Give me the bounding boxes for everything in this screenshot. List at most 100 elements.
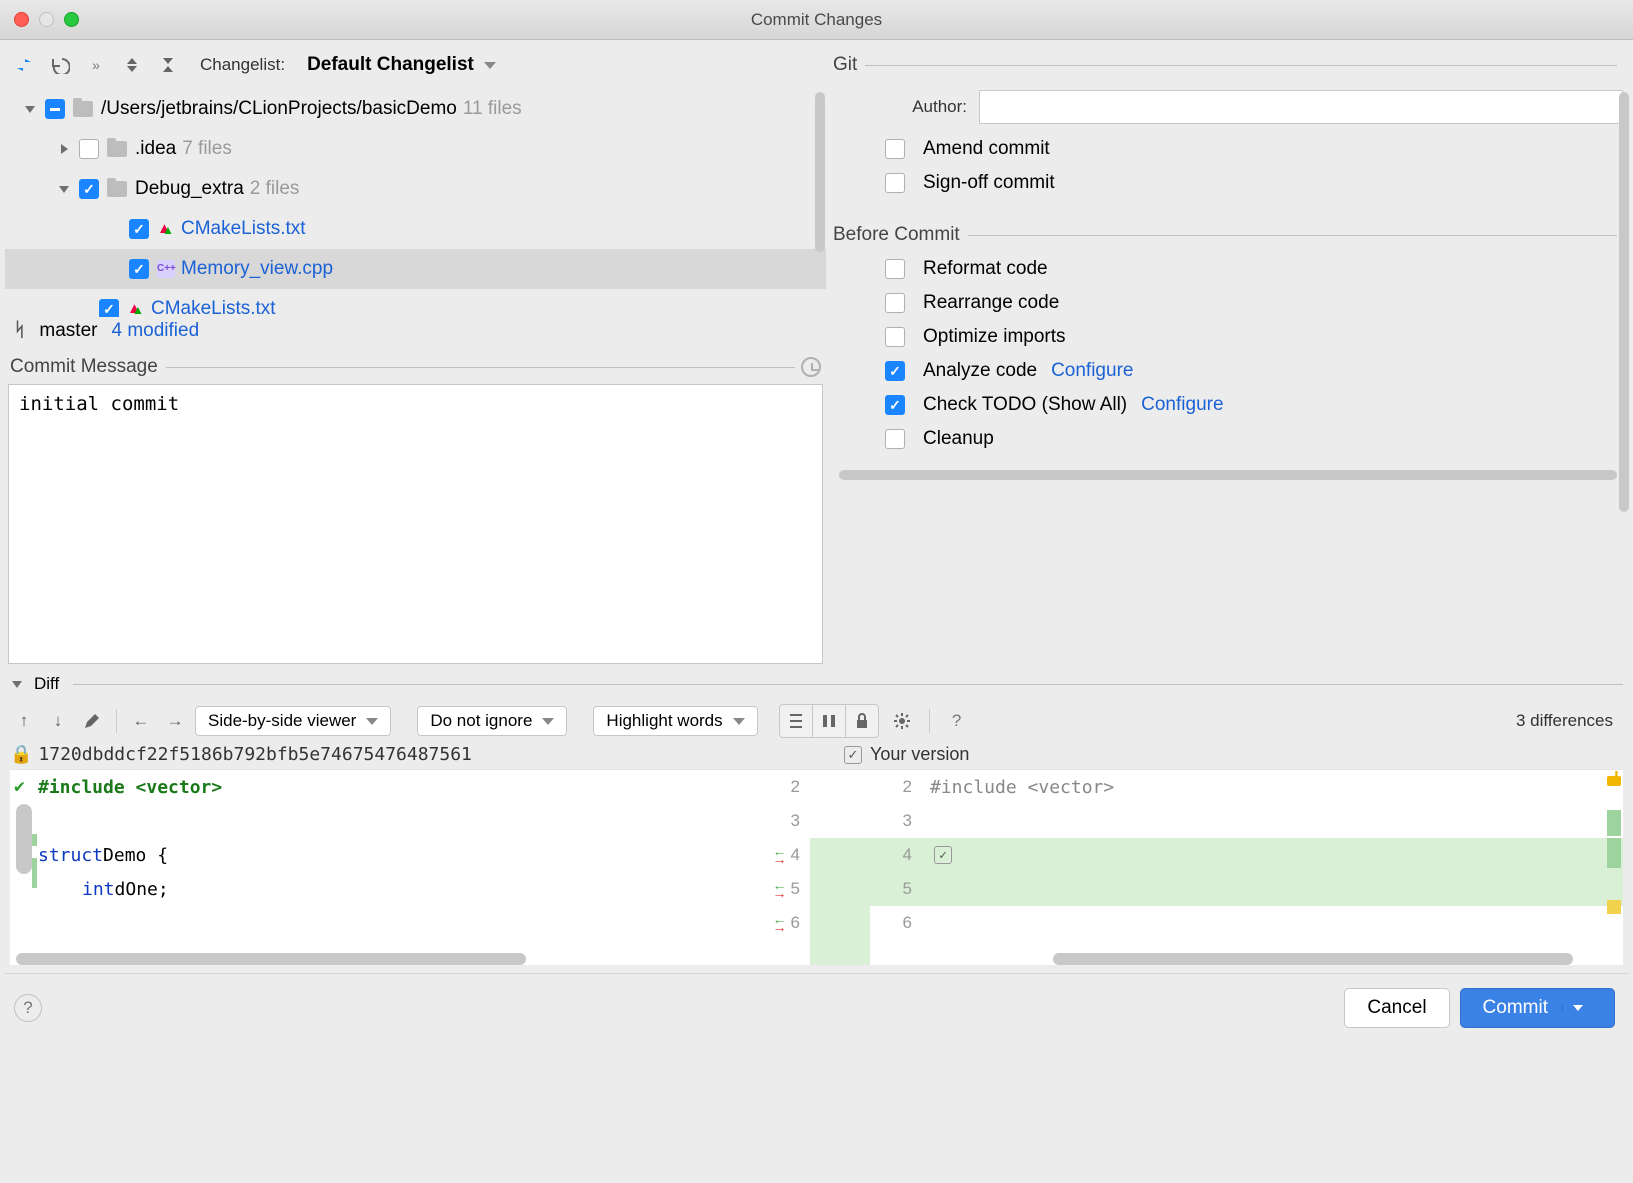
change-marker[interactable] — [1607, 810, 1621, 836]
chevron-down-icon[interactable] — [23, 106, 37, 113]
checkbox-analyze[interactable] — [885, 361, 905, 381]
prev-diff-icon[interactable]: ↑ — [10, 707, 38, 735]
tree-item-label: Debug_extra — [135, 178, 244, 200]
ignore-dropdown[interactable]: Do not ignore — [417, 706, 567, 736]
help-button[interactable]: ? — [14, 994, 42, 1022]
tree-file-cmakelists-1[interactable]: CMakeLists.txt — [5, 209, 826, 249]
tree-file-cmakelists-2[interactable]: CMakeLists.txt — [5, 289, 826, 318]
diff-label: Diff — [34, 674, 59, 694]
merge-arrows-icon[interactable]: ←→ — [773, 847, 787, 863]
tree-root[interactable]: /Users/jetbrains/CLionProjects/basicDemo… — [5, 89, 826, 129]
tree-item-label: CMakeLists.txt — [181, 218, 306, 240]
chevron-down-icon — [733, 718, 745, 725]
swap-icon[interactable] — [10, 51, 38, 79]
cancel-button[interactable]: Cancel — [1344, 988, 1449, 1028]
checkbox-signoff[interactable] — [885, 173, 905, 193]
folder-icon — [73, 101, 93, 117]
author-input[interactable] — [979, 90, 1623, 124]
checkbox-optimize[interactable] — [885, 327, 905, 347]
dialog-scrollbar[interactable] — [1619, 92, 1629, 512]
diff-left-horizontal-scrollbar[interactable] — [16, 953, 526, 965]
checkbox-cleanup[interactable] — [885, 429, 905, 449]
rearrange-label: Rearrange code — [923, 292, 1059, 314]
changelist-dropdown[interactable]: Default Changelist — [293, 50, 510, 80]
commit-message-input[interactable] — [8, 384, 823, 664]
expand-all-icon[interactable] — [118, 51, 146, 79]
analyze-label: Analyze code — [923, 360, 1037, 382]
chevron-down-icon — [542, 718, 554, 725]
warning-marker[interactable] — [1607, 776, 1621, 786]
collapse-all-icon[interactable] — [154, 51, 182, 79]
history-icon[interactable] — [801, 357, 821, 377]
checkbox-todo[interactable] — [885, 395, 905, 415]
commit-split-icon[interactable] — [1562, 1005, 1592, 1011]
highlight-dropdown[interactable]: Highlight words — [593, 706, 757, 736]
checkbox-file[interactable] — [129, 219, 149, 239]
ok-check-icon: ✔ — [14, 776, 25, 797]
next-file-icon[interactable]: → — [161, 707, 189, 735]
checkbox-root[interactable] — [45, 99, 65, 119]
highlight-marker[interactable] — [1607, 900, 1621, 914]
undo-icon[interactable] — [46, 51, 74, 79]
tree-item-count: 2 files — [250, 178, 300, 200]
tree-root-path: /Users/jetbrains/CLionProjects/basicDemo — [101, 98, 457, 120]
checkbox-amend[interactable] — [885, 139, 905, 159]
collapse-unchanged-icon[interactable] — [779, 704, 813, 738]
checkbox-file[interactable] — [129, 259, 149, 279]
chevron-down-icon — [366, 718, 378, 725]
merge-arrows-icon[interactable]: ←→ — [773, 915, 787, 931]
diff-collapse-icon[interactable] — [10, 681, 24, 688]
todo-label: Check TODO (Show All) — [923, 394, 1127, 416]
checkbox-reformat[interactable] — [885, 259, 905, 279]
cpp-icon: C++ — [157, 260, 175, 278]
code-text: Demo { — [103, 845, 168, 866]
tree-folder-debug-extra[interactable]: Debug_extra 2 files — [5, 169, 826, 209]
edit-icon[interactable] — [78, 707, 106, 735]
merge-arrows-icon[interactable]: ←→ — [773, 881, 787, 897]
code-line: #include <vector> — [38, 777, 222, 798]
chevron-right-icon[interactable] — [57, 144, 71, 154]
chevron-down-icon[interactable] — [57, 186, 71, 193]
cmake-icon — [127, 300, 145, 318]
help-icon[interactable]: ? — [940, 704, 974, 738]
checkbox-file[interactable] — [99, 299, 119, 318]
more-icon[interactable]: » — [82, 51, 110, 79]
prev-file-icon[interactable]: ← — [127, 707, 155, 735]
diff-count: 3 differences — [1516, 711, 1623, 731]
sync-scroll-icon[interactable] — [812, 704, 846, 738]
analyze-configure-link[interactable]: Configure — [1051, 360, 1133, 382]
tree-folder-idea[interactable]: .idea 7 files — [5, 129, 826, 169]
code-text: dOne; — [115, 879, 169, 900]
signoff-label: Sign-off commit — [923, 172, 1055, 194]
chunk-checkbox[interactable] — [934, 846, 952, 864]
viewer-mode-dropdown[interactable]: Side-by-side viewer — [195, 706, 391, 736]
marker-strip[interactable] — [1605, 770, 1623, 965]
checkbox-debug-extra[interactable] — [79, 179, 99, 199]
tree-scrollbar[interactable] — [815, 92, 825, 252]
todo-configure-link[interactable]: Configure — [1141, 394, 1223, 416]
tree-root-count: 11 files — [463, 98, 522, 120]
next-diff-icon[interactable]: ↓ — [44, 707, 72, 735]
cmake-icon — [157, 220, 175, 238]
your-version-checkbox[interactable] — [844, 746, 862, 764]
right-horizontal-scrollbar[interactable] — [839, 470, 1617, 480]
checkbox-idea[interactable] — [79, 139, 99, 159]
left-gutter: 2 3 ←→4 ←→5 ←→6 — [730, 770, 810, 965]
author-label: Author: — [877, 97, 967, 117]
your-version-label: Your version — [870, 744, 969, 765]
folder-icon — [107, 141, 127, 157]
diff-connector — [810, 770, 870, 965]
commit-button[interactable]: Commit — [1460, 988, 1615, 1028]
modified-count[interactable]: 4 modified — [111, 320, 199, 342]
settings-icon[interactable] — [885, 704, 919, 738]
tree-file-memory-view[interactable]: C++ Memory_view.cpp — [5, 249, 826, 289]
diff-right-horizontal-scrollbar[interactable] — [1053, 953, 1573, 965]
change-marker[interactable] — [1607, 838, 1621, 868]
changelist-name: Default Changelist — [307, 54, 474, 76]
code-line: #include <vector> — [930, 777, 1114, 798]
branch-icon: ᛋ — [14, 320, 25, 342]
git-section-label: Git — [833, 54, 857, 76]
left-revision-hash: 1720dbddcf22f5186b792bfb5e74675476487561 — [38, 744, 471, 765]
readonly-lock-icon[interactable] — [845, 704, 879, 738]
checkbox-rearrange[interactable] — [885, 293, 905, 313]
